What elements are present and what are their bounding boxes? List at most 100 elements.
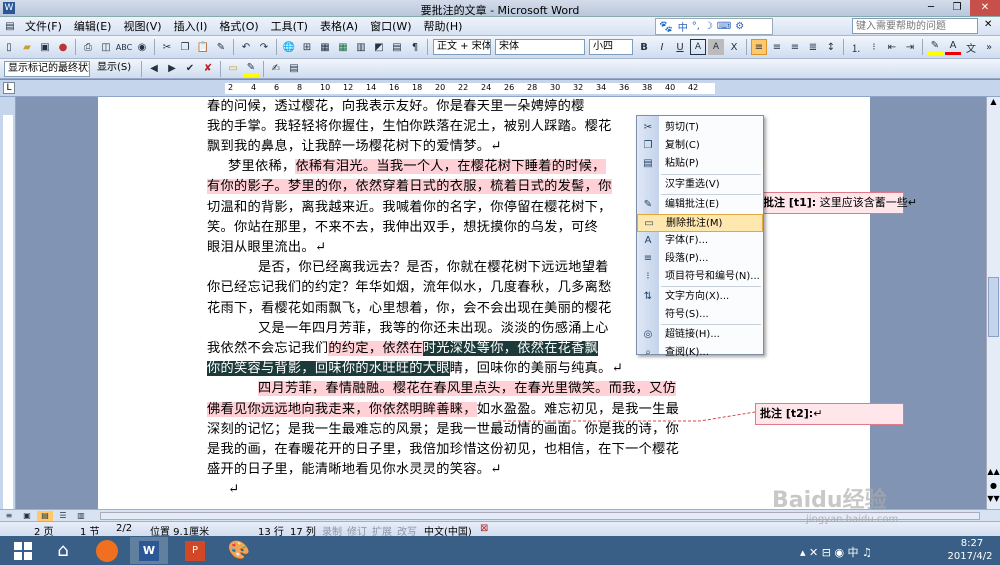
research-icon[interactable]: ◉ <box>134 39 150 55</box>
tables-borders-icon[interactable]: ⊞ <box>299 39 315 55</box>
punct-icon[interactable]: °, <box>692 21 700 32</box>
print-preview-icon[interactable]: ◫ <box>98 39 114 55</box>
text-run[interactable]: 我依然不会忘记我们 <box>207 341 328 356</box>
cut-icon[interactable]: ✂ <box>159 39 175 55</box>
browse-object-icon[interactable]: ● <box>987 481 1000 490</box>
show-hide-icon[interactable]: ¶ <box>407 39 423 55</box>
scroll-thumb[interactable] <box>988 277 999 337</box>
text-run[interactable]: 盛开的日子里，能清晰地看见你水灵灵的笑容。↵ <box>207 462 502 477</box>
restore-button[interactable]: ❐ <box>944 0 970 16</box>
font-color-icon[interactable]: A <box>945 39 961 55</box>
menu-insert[interactable]: 插入(I) <box>168 17 214 36</box>
size-dropdown[interactable]: 小四 <box>589 39 633 55</box>
context-menu-item[interactable]: ✎ 编辑批注(E) <box>637 196 763 214</box>
soft-keyboard-icon[interactable]: ⌨ <box>717 21 731 32</box>
menu-format[interactable]: 格式(O) <box>213 17 264 36</box>
commented-text[interactable]: 有你的影子。梦里的你，依然穿着日式的衣服，梳着日式的发髻，你 <box>207 179 612 194</box>
context-menu-item[interactable]: ≡ 段落(P)... <box>637 250 763 268</box>
commented-text[interactable]: 佛看见你远远地向我走来，你依然明眸善睐， <box>207 402 477 417</box>
text-line[interactable]: 是我的画，在春暖花开的日子里，我倍加珍惜这份初见，也相信，在下一个樱花 <box>207 440 679 461</box>
document-map-icon[interactable]: ▤ <box>389 39 405 55</box>
context-menu-item[interactable]: ✂ 剪切(T) <box>637 119 763 137</box>
text-line[interactable]: 飘到我的鼻息，让我醉一场樱花树下的爱情梦。↵ <box>207 137 502 158</box>
text-run[interactable]: 又是一年四月芳菲，我等的你还未出现。淡淡的伤感涌上心 <box>258 321 609 336</box>
reading-view-icon[interactable]: ▥ <box>73 511 89 521</box>
line-spacing-icon[interactable]: ↕ <box>823 39 839 55</box>
comment-balloon-t2[interactable]: 批注 [t2]:↵ <box>755 403 904 425</box>
track-changes-icon[interactable]: ✍ <box>268 61 284 77</box>
context-menu-item[interactable]: ❐ 复制(C) <box>637 137 763 155</box>
spelling-icon[interactable]: ABC <box>116 39 132 55</box>
commented-text[interactable]: 四月芳菲，春情融融。樱花在春风里点头，在春光里微笑。而我，又仿 <box>258 381 677 396</box>
columns-icon[interactable]: ▥ <box>353 39 369 55</box>
text-run[interactable]: 飘到我的鼻息，让我醉一场樱花树下的爱情梦。↵ <box>207 139 502 154</box>
powerpoint-app-icon[interactable]: P <box>176 537 214 564</box>
bullets-icon[interactable]: ⁝ <box>866 39 882 55</box>
home-icon[interactable]: ⌂ <box>44 537 82 564</box>
comment-balloon-t1[interactable]: 批注 [t1]: 这里应该含蓄一些↵ <box>758 192 917 214</box>
previous-change-icon[interactable]: ◀ <box>146 61 162 77</box>
text-run[interactable]: 是我的画，在春暖花开的日子里，我倍加珍惜这份初见，也相信，在下一个樱花 <box>207 442 679 457</box>
phonetic-icon[interactable]: 文 <box>963 39 979 55</box>
text-run[interactable]: 眼泪从眼里流出。↵ <box>207 240 326 255</box>
help-close-icon[interactable]: ✕ <box>984 19 992 30</box>
next-page-icon[interactable]: ▼▼ <box>987 494 1000 503</box>
insert-comment-icon[interactable]: ▭ <box>225 61 241 77</box>
open-icon[interactable]: ▰ <box>19 39 35 55</box>
outline-view-icon[interactable]: ☰ <box>55 511 71 521</box>
underline-icon[interactable]: U <box>672 39 688 55</box>
commented-text[interactable]: 的约定，依然在 <box>328 341 423 356</box>
new-icon[interactable]: ▯ <box>1 39 17 55</box>
text-run[interactable]: 深刻的记忆；是我一生最难忘的风景；是我一世最动情的画面。你是我的诗，你 <box>207 422 679 437</box>
clock-time[interactable]: 8:27 <box>948 538 996 549</box>
align-center-icon[interactable]: ≡ <box>769 39 785 55</box>
char-border-icon[interactable]: A <box>690 39 706 55</box>
next-change-icon[interactable]: ▶ <box>164 61 180 77</box>
context-menu-item[interactable]: 符号(S)... <box>637 306 763 324</box>
ime-toolbar[interactable]: 🐾 中 °, ☽ ⌨ ⚙ <box>655 18 773 35</box>
distribute-icon[interactable]: ≣ <box>805 39 821 55</box>
increase-indent-icon[interactable]: ⇥ <box>902 39 918 55</box>
menu-file[interactable]: 文件(F) <box>19 17 68 36</box>
horizontal-ruler[interactable]: L 2 4 6 8 10 12 14 16 18 20 22 24 26 28 30 32 34 36 38 40 42 <box>0 80 1000 97</box>
prev-page-icon[interactable]: ▲▲ <box>987 467 1000 476</box>
align-justify-icon[interactable]: ≡ <box>751 39 767 55</box>
text-line[interactable]: 盛开的日子里，能清晰地看见你水灵灵的笑容。↵ <box>207 460 502 481</box>
text-line[interactable]: 我依然不会忘记我们的约定，依然在时光深处等你，依然在花香飘 <box>207 339 599 360</box>
text-run[interactable]: 如水盈盈。难忘初见，是我一生最 <box>477 402 679 417</box>
word-app-icon[interactable]: W <box>130 537 168 564</box>
undo-icon[interactable]: ↶ <box>238 39 254 55</box>
bold-icon[interactable]: B <box>636 39 652 55</box>
context-menu-item[interactable]: 汉字重选(V) <box>637 176 763 194</box>
text-line[interactable]: 春的问候，透过樱花，向我表示友好。你是春天里一朵娉婷的樱 <box>207 97 585 118</box>
text-line[interactable]: 我的手掌。我轻轻将你握住，生怕你跌落在泥土，被别人踩踏。樱花 <box>207 117 612 138</box>
selected-text[interactable]: 你的笑容与背影，回味你的水旺旺的大眼 <box>207 361 450 376</box>
vertical-ruler[interactable] <box>0 97 16 509</box>
text-run[interactable]: 是否，你已经离我远去？是否，你就在樱花树下远远地望着 <box>258 260 609 275</box>
menu-tools[interactable]: 工具(T) <box>265 17 314 36</box>
scroll-up-icon[interactable]: ▲ <box>987 97 1000 110</box>
decrease-indent-icon[interactable]: ⇤ <box>884 39 900 55</box>
tab-selector[interactable]: L <box>3 82 15 94</box>
text-run[interactable]: 睛，回味你的美丽与纯真。↵ <box>450 361 623 376</box>
text-run[interactable]: 你已经忘记我们的约定？年华如烟，流年似水，几度春秋，几多离愁 <box>207 280 612 295</box>
text-line[interactable]: 眼泪从眼里流出。↵ <box>207 238 326 259</box>
format-painter-icon[interactable]: ✎ <box>213 39 229 55</box>
char-shading-icon[interactable]: A <box>708 39 724 55</box>
windows-start-icon[interactable] <box>4 537 42 564</box>
permission-icon[interactable]: ● <box>55 39 71 55</box>
minimize-button[interactable]: ─ <box>918 0 944 16</box>
text-line[interactable]: 佛看见你远远地向我走来，你依然明眸善睐，如水盈盈。难忘初见，是我一生最 <box>207 400 679 421</box>
context-menu-item[interactable]: A 字体(F)... <box>637 232 763 250</box>
text-line[interactable]: 又是一年四月芳菲，我等的你还未出现。淡淡的伤感涌上心 <box>258 319 609 340</box>
text-line[interactable]: 梦里依稀，依稀有泪光。当我一个人，在樱花树下睡着的时候， <box>228 157 606 178</box>
context-menu-item[interactable]: ▤ 粘贴(P) <box>637 155 763 173</box>
insert-excel-icon[interactable]: ▦ <box>335 39 351 55</box>
menu-table[interactable]: 表格(A) <box>314 17 364 36</box>
text-line[interactable]: 有你的影子。梦里的你，依然穿着日式的衣服，梳着日式的发髻，你 <box>207 177 612 198</box>
text-line[interactable]: ↵ <box>228 480 239 501</box>
context-menu-item[interactable]: ⁝ 项目符号和编号(N)... <box>637 268 763 286</box>
menu-edit[interactable]: 编辑(E) <box>68 17 118 36</box>
ime-mode-icon[interactable]: 中 <box>678 19 688 34</box>
italic-icon[interactable]: I <box>654 39 670 55</box>
